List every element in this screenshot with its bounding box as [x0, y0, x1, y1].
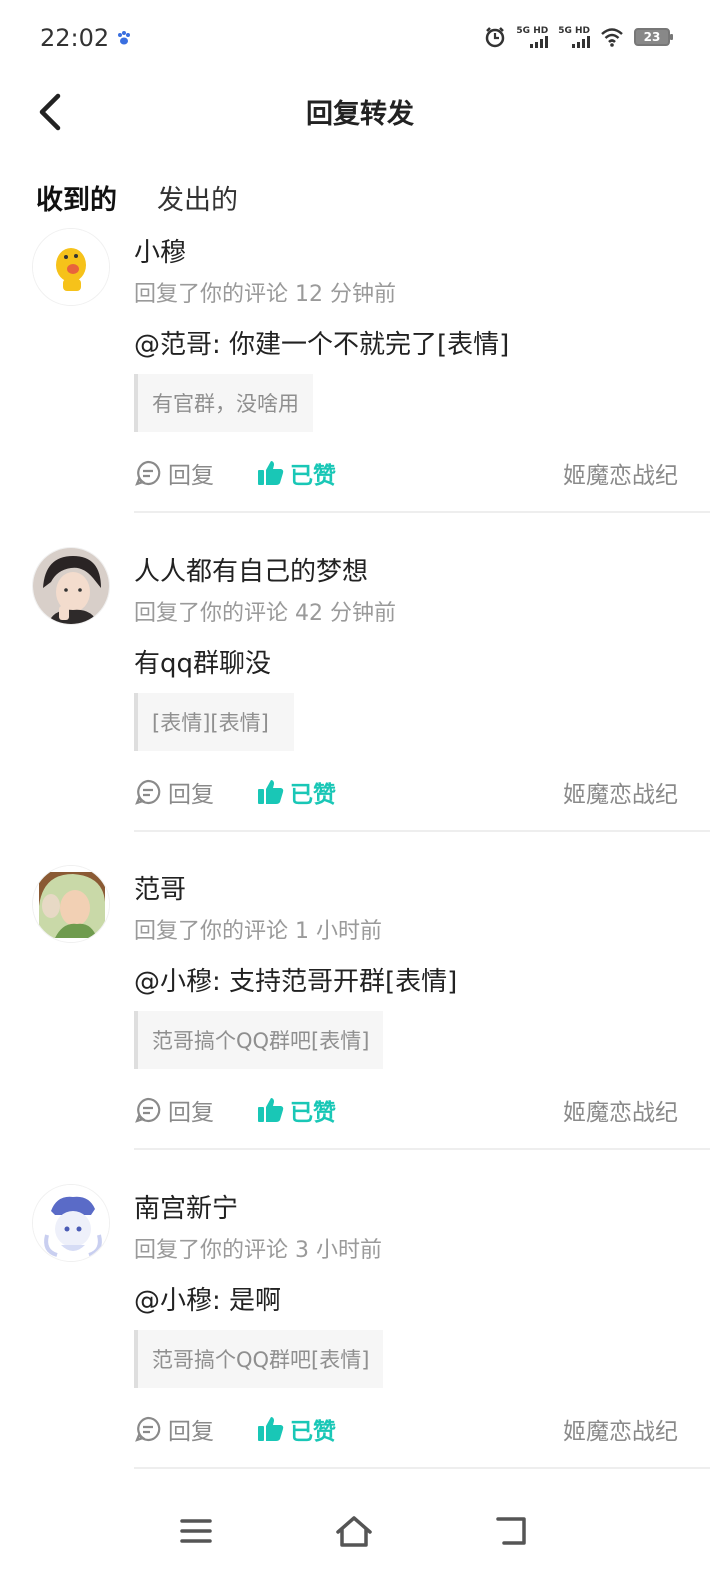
- reply-button[interactable]: 回复: [134, 1093, 214, 1127]
- list-item: 南宫新宁 回复了你的评论 3 小时前 @小穆: 是啊 范哥搞个QQ群吧[表情] …: [0, 1182, 720, 1501]
- back-icon: [496, 1517, 526, 1545]
- alarm-icon: [486, 27, 505, 48]
- home-icon: [336, 1516, 372, 1547]
- username[interactable]: 小穆: [134, 232, 186, 269]
- avatar[interactable]: [32, 228, 110, 306]
- divider: [134, 829, 710, 832]
- source-game[interactable]: 姬魔恋战纪: [563, 775, 678, 809]
- menu-icon: [180, 1519, 212, 1543]
- status-icons: 5G HD 5G HD 23: [484, 26, 673, 48]
- list-item: 小穆 回复了你的评论 12 分钟前 @范哥: 你建一个不就完了[表情] 有官群，…: [0, 226, 720, 545]
- quoted-comment[interactable]: 范哥搞个QQ群吧[表情]: [134, 1329, 384, 1388]
- status-bar: 22:02 5G HD 5G HD 23: [0, 0, 720, 78]
- avatar[interactable]: [32, 546, 110, 625]
- header: 回复转发: [0, 78, 720, 144]
- source-game[interactable]: 姬魔恋战纪: [563, 1412, 678, 1446]
- reply-label: 回复: [168, 463, 214, 489]
- avatar[interactable]: [32, 865, 110, 943]
- reply-button[interactable]: 回复: [134, 456, 214, 490]
- source-game[interactable]: 姬魔恋战纪: [563, 456, 678, 490]
- quoted-comment[interactable]: 范哥搞个QQ群吧[表情]: [134, 1011, 384, 1069]
- battery-level: 23: [643, 30, 661, 44]
- like-button[interactable]: 已赞: [256, 775, 336, 809]
- quoted-comment-text: 有官群，没啥用: [152, 392, 299, 416]
- battery-icon: 23: [634, 28, 673, 46]
- username[interactable]: 范哥: [134, 869, 186, 906]
- thumbs-up-icon: [258, 1416, 284, 1441]
- tab-received-label: 收到的: [36, 185, 117, 216]
- nav-back-button[interactable]: [482, 1506, 542, 1556]
- quoted-comment[interactable]: 有官群，没啥用: [134, 374, 313, 432]
- reply-meta: 回复了你的评论 3 小时前: [134, 1237, 382, 1263]
- reply-list: 小穆 回复了你的评论 12 分钟前 @范哥: 你建一个不就完了[表情] 有官群，…: [0, 226, 720, 1500]
- action-row: 回复 已赞 姬魔恋战纪: [134, 1093, 678, 1127]
- reply-text[interactable]: @小穆: 支持范哥开群[表情]: [134, 961, 457, 998]
- like-label: 已赞: [290, 781, 336, 808]
- tab-active-indicator: [40, 215, 113, 223]
- like-label: 已赞: [290, 1100, 336, 1126]
- quoted-comment[interactable]: [表情][表情]: [134, 692, 294, 751]
- page-title: 回复转发: [306, 99, 414, 130]
- reply-label: 回复: [168, 781, 214, 808]
- divider: [134, 1466, 710, 1469]
- thumbs-up-icon: [258, 779, 284, 804]
- reply-text[interactable]: @范哥: 你建一个不就完了[表情]: [134, 324, 509, 361]
- like-label: 已赞: [290, 463, 336, 489]
- tab-sent-label: 发出的: [157, 185, 238, 216]
- thumbs-up-icon: [258, 1098, 284, 1122]
- sim2-label: 5G HD: [558, 26, 590, 36]
- reply-text[interactable]: 有qq群聊没: [134, 643, 271, 680]
- tab-bar: 收到的 发出的: [36, 178, 238, 223]
- list-item: 人人都有自己的梦想 回复了你的评论 42 分钟前 有qq群聊没 [表情][表情]…: [0, 545, 720, 864]
- nav-menu-button[interactable]: [166, 1506, 226, 1556]
- source-game[interactable]: 姬魔恋战纪: [563, 1093, 678, 1127]
- like-button[interactable]: 已赞: [256, 1093, 336, 1127]
- wifi-icon: [601, 28, 623, 47]
- divider: [134, 511, 710, 513]
- action-row: 回复 已赞 姬魔恋战纪: [134, 1412, 678, 1446]
- nav-home-button[interactable]: [324, 1506, 384, 1556]
- like-button[interactable]: 已赞: [256, 1412, 336, 1446]
- signal-sim2-icon: 5G HD: [558, 26, 590, 48]
- reply-button[interactable]: 回复: [134, 1412, 214, 1446]
- signal-sim1-icon: 5G HD: [516, 26, 549, 48]
- system-nav-bar: [0, 1492, 720, 1592]
- quoted-comment-text: [表情][表情]: [152, 710, 269, 735]
- tab-sent[interactable]: 发出的: [157, 178, 238, 223]
- reply-button[interactable]: 回复: [134, 775, 214, 809]
- comment-icon: [135, 1097, 161, 1123]
- tab-received[interactable]: 收到的: [36, 178, 117, 223]
- username[interactable]: 人人都有自己的梦想: [134, 551, 368, 588]
- comment-icon: [135, 779, 161, 805]
- avatar[interactable]: [32, 1183, 110, 1262]
- comment-icon: [135, 460, 161, 486]
- username[interactable]: 南宫新宁: [134, 1188, 238, 1225]
- baidu-paw-icon: [118, 31, 130, 45]
- thumbs-up-icon: [258, 461, 284, 485]
- reply-meta: 回复了你的评论 1 小时前: [134, 919, 382, 944]
- quoted-comment-text: 范哥搞个QQ群吧[表情]: [152, 1347, 370, 1372]
- reply-label: 回复: [168, 1100, 214, 1126]
- reply-meta: 回复了你的评论 42 分钟前: [134, 600, 396, 626]
- reply-label: 回复: [168, 1418, 214, 1445]
- like-label: 已赞: [290, 1418, 336, 1445]
- quoted-comment-text: 范哥搞个QQ群吧[表情]: [152, 1029, 370, 1053]
- comment-icon: [135, 1416, 161, 1442]
- sim1-label: 5G HD: [516, 26, 549, 36]
- reply-text[interactable]: @小穆: 是啊: [134, 1280, 281, 1317]
- status-time: 22:02: [40, 24, 110, 52]
- reply-meta: 回复了你的评论 12 分钟前: [134, 282, 396, 307]
- like-button[interactable]: 已赞: [256, 456, 336, 490]
- list-item: 范哥 回复了你的评论 1 小时前 @小穆: 支持范哥开群[表情] 范哥搞个QQ群…: [0, 863, 720, 1182]
- action-row: 回复 已赞 姬魔恋战纪: [134, 456, 678, 490]
- action-row: 回复 已赞 姬魔恋战纪: [134, 775, 678, 809]
- divider: [134, 1148, 710, 1150]
